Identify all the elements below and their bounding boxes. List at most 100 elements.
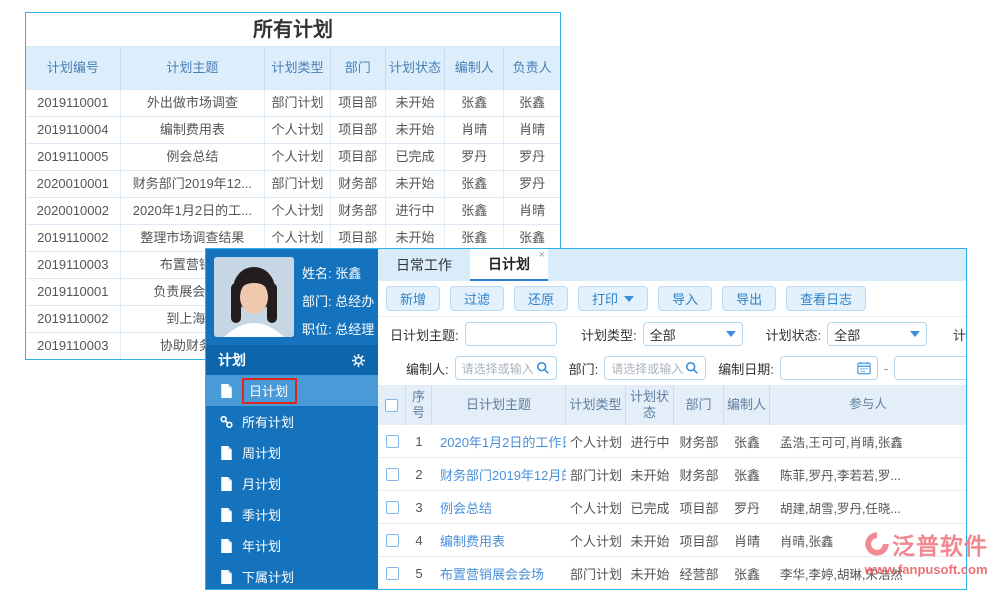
cell-status: 进行中 xyxy=(626,432,674,451)
sidebar-item-quarterly-plan[interactable]: 季计划 xyxy=(206,499,378,530)
cell-participants: 陈菲,罗丹,李若若,罗... xyxy=(770,465,966,484)
tab-label: 日常工作 xyxy=(396,257,452,273)
cell-plan-no: 2020010001 xyxy=(26,170,121,197)
plan-subject-link[interactable]: 财务部门2019年12月的... xyxy=(440,468,566,483)
chevron-down-icon xyxy=(910,331,920,337)
column-header: 日计划主题 xyxy=(432,385,566,425)
add-button[interactable]: 新增 xyxy=(386,286,440,311)
close-icon[interactable]: × xyxy=(539,250,545,261)
dept-label: 部门: xyxy=(569,359,599,378)
compiler-label: 编制人: xyxy=(406,359,449,378)
cell-owner: 肖晴 xyxy=(504,197,560,224)
cell-compiler: 张鑫 xyxy=(445,197,504,224)
sidebar-item-all-plans[interactable]: 所有计划 xyxy=(206,406,378,437)
table-row: 2 财务部门2019年12月的... 部门计划 未开始 财务部 张鑫 陈菲,罗丹… xyxy=(378,458,966,491)
status-select[interactable]: 全部 xyxy=(827,322,927,346)
column-header: 计划主题 xyxy=(121,47,265,89)
tab-daily-plan[interactable]: 日计划 × xyxy=(470,249,548,281)
date-from-input[interactable] xyxy=(780,356,878,380)
chevron-down-icon xyxy=(624,296,634,302)
cell-status: 已完成 xyxy=(386,143,446,170)
plan-subject-link[interactable]: 编制费用表 xyxy=(440,534,505,549)
cell-status: 进行中 xyxy=(386,197,446,224)
cell-plan-no: 2019110002 xyxy=(26,224,121,251)
cell-compiler: 罗丹 xyxy=(445,143,504,170)
sidebar-item-monthly-plan[interactable]: 月计划 xyxy=(206,468,378,499)
main-content: 日常工作 日计划 × 新增 过滤 还原 打印 导入 导出 查看日志 日计划主题:… xyxy=(378,249,966,589)
date-to-input[interactable] xyxy=(894,356,966,380)
filter-button[interactable]: 过滤 xyxy=(450,286,504,311)
table-row: 1 2020年1月2日的工作日... 个人计划 进行中 财务部 张鑫 孟浩,王可… xyxy=(378,425,966,458)
column-header: 计划状态 xyxy=(386,47,446,89)
print-button[interactable]: 打印 xyxy=(578,286,648,311)
cell-no: 4 xyxy=(406,533,432,548)
sidebar-item-yearly-plan[interactable]: 年计划 xyxy=(206,530,378,561)
cell-compiler: 张鑫 xyxy=(445,170,504,197)
cell-status: 未开始 xyxy=(386,116,446,143)
search-icon[interactable] xyxy=(536,361,550,375)
cell-dept: 财务部 xyxy=(674,465,724,484)
file-icon xyxy=(220,570,233,584)
plan-subject-link[interactable]: 例会总结 xyxy=(440,501,492,516)
tab-daily-work[interactable]: 日常工作 xyxy=(378,249,470,281)
column-header: 部门 xyxy=(331,47,386,89)
row-checkbox[interactable] xyxy=(386,435,399,448)
table-row: 3 例会总结 个人计划 已完成 项目部 罗丹 胡建,胡雪,罗丹,任晓... xyxy=(378,491,966,524)
row-checkbox[interactable] xyxy=(386,534,399,547)
cell-status: 已完成 xyxy=(626,498,674,517)
compiler-input[interactable]: 请选择或输入 xyxy=(455,356,557,380)
calendar-icon[interactable] xyxy=(857,361,871,375)
cell-dept: 财务部 xyxy=(331,170,386,197)
cell-dept: 项目部 xyxy=(331,116,386,143)
file-icon xyxy=(220,477,233,491)
cell-dept: 项目部 xyxy=(674,531,724,550)
column-header: 计划类型 xyxy=(566,385,626,425)
export-button[interactable]: 导出 xyxy=(722,286,776,311)
cell-no: 2 xyxy=(406,467,432,482)
type-select[interactable]: 全部 xyxy=(643,322,743,346)
row-checkbox[interactable] xyxy=(386,501,399,514)
column-header: 编制人 xyxy=(724,385,770,425)
cell-compiler: 肖晴 xyxy=(445,116,504,143)
type-select-value: 全部 xyxy=(650,325,726,344)
file-icon xyxy=(220,508,233,522)
column-header: 计划状态 xyxy=(626,385,674,425)
subject-input[interactable] xyxy=(465,322,557,346)
column-header: 序号 xyxy=(406,385,432,425)
cell-subject: 整理市场调查结果 xyxy=(121,224,265,251)
link-icon xyxy=(220,415,233,429)
plan-subject-link[interactable]: 2020年1月2日的工作日... xyxy=(440,435,566,450)
all-plans-header-row: 计划编号 计划主题 计划类型 部门 计划状态 编制人 负责人 xyxy=(26,47,560,89)
gear-icon[interactable] xyxy=(351,353,366,368)
date-range-separator: - xyxy=(884,361,888,376)
search-icon[interactable] xyxy=(685,361,699,375)
sidebar-item-label: 所有计划 xyxy=(242,412,294,431)
restore-button[interactable]: 还原 xyxy=(514,286,568,311)
cell-type: 部门计划 xyxy=(265,89,331,116)
cell-type: 个人计划 xyxy=(566,531,626,550)
toolbar: 新增 过滤 还原 打印 导入 导出 查看日志 xyxy=(378,281,966,317)
cell-owner: 肖晴 xyxy=(504,116,560,143)
import-button[interactable]: 导入 xyxy=(658,286,712,311)
sidebar-item-subordinate-plan[interactable]: 下属计划 xyxy=(206,561,378,589)
view-log-button[interactable]: 查看日志 xyxy=(786,286,866,311)
row-checkbox[interactable] xyxy=(386,567,399,580)
cell-no: 1 xyxy=(406,434,432,449)
cell-compiler: 张鑫 xyxy=(724,465,770,484)
column-header: 负责人 xyxy=(504,47,560,89)
sidebar-item-weekly-plan[interactable]: 周计划 xyxy=(206,437,378,468)
cell-plan-no: 2019110005 xyxy=(26,143,121,170)
cell-plan-no: 2019110004 xyxy=(26,116,121,143)
cell-type: 个人计划 xyxy=(265,143,331,170)
cell-type: 个人计划 xyxy=(265,116,331,143)
plan-subject-link[interactable]: 布置营销展会会场 xyxy=(440,567,544,582)
row-checkbox[interactable] xyxy=(386,468,399,481)
sidebar-item-daily-plan[interactable]: 日计划 xyxy=(206,375,378,406)
dept-input[interactable]: 请选择或输入 xyxy=(604,356,706,380)
file-icon xyxy=(220,384,233,398)
cell-status: 未开始 xyxy=(386,170,446,197)
cell-status: 未开始 xyxy=(386,224,446,251)
profile-department: 部门: 总经办 xyxy=(302,288,378,316)
select-all-checkbox[interactable] xyxy=(385,399,398,412)
cell-subject: 外出做市场调查 xyxy=(121,89,265,116)
